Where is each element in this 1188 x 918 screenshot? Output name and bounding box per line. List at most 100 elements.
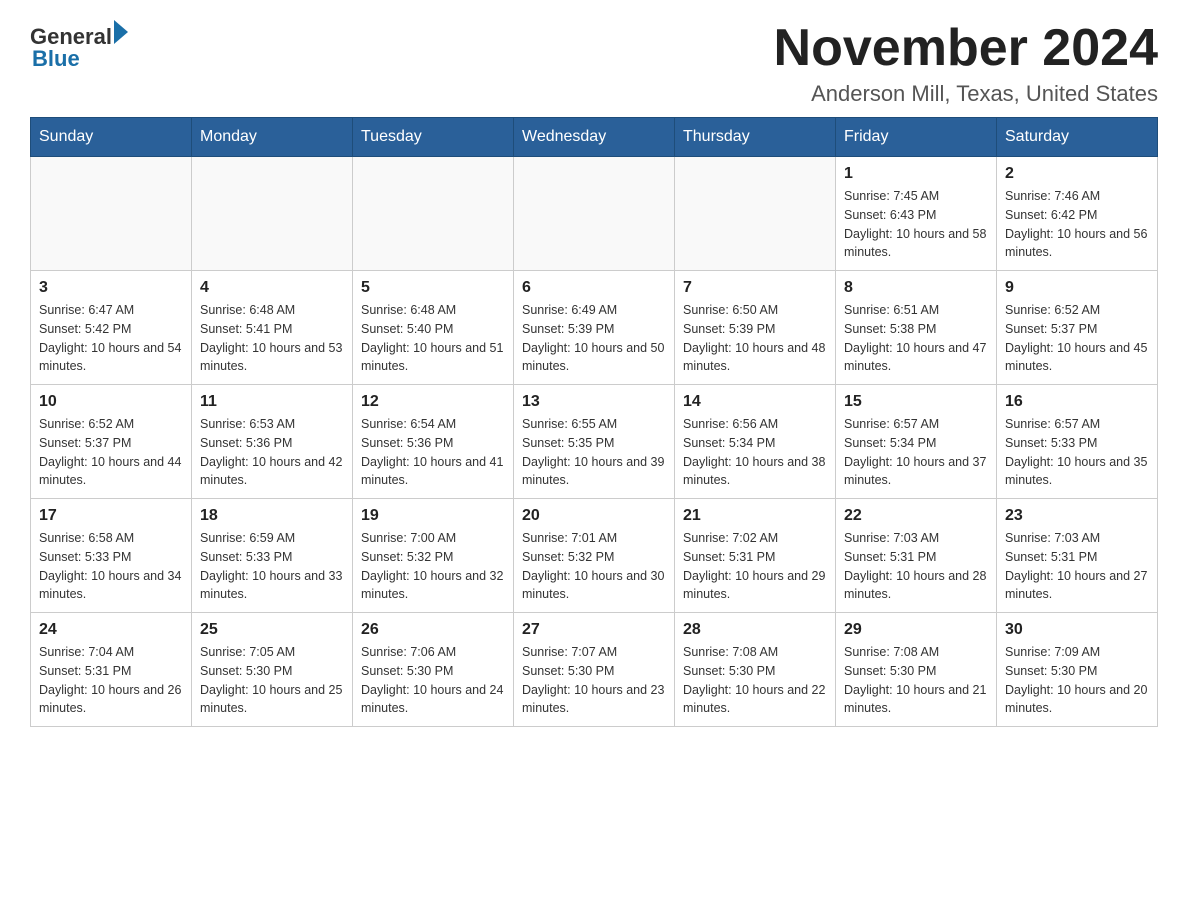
calendar-body: 1 Sunrise: 7:45 AM Sunset: 6:43 PM Daylig… bbox=[31, 157, 1158, 727]
day-number: 15 bbox=[844, 393, 988, 411]
day-info: Sunrise: 7:09 AM Sunset: 5:30 PM Dayligh… bbox=[1005, 643, 1149, 718]
calendar-cell: 10 Sunrise: 6:52 AM Sunset: 5:37 PM Dayli… bbox=[31, 385, 192, 499]
day-info: Sunrise: 6:58 AM Sunset: 5:33 PM Dayligh… bbox=[39, 529, 183, 604]
day-number: 23 bbox=[1005, 507, 1149, 525]
day-info: Sunrise: 6:54 AM Sunset: 5:36 PM Dayligh… bbox=[361, 415, 505, 490]
day-headers-row: SundayMondayTuesdayWednesdayThursdayFrid… bbox=[31, 118, 1158, 157]
day-info: Sunrise: 6:52 AM Sunset: 5:37 PM Dayligh… bbox=[39, 415, 183, 490]
day-info: Sunrise: 7:07 AM Sunset: 5:30 PM Dayligh… bbox=[522, 643, 666, 718]
day-header-sunday: Sunday bbox=[31, 118, 192, 157]
day-info: Sunrise: 6:53 AM Sunset: 5:36 PM Dayligh… bbox=[200, 415, 344, 490]
title-block: November 2024 Anderson Mill, Texas, Unit… bbox=[774, 20, 1158, 107]
calendar-cell: 7 Sunrise: 6:50 AM Sunset: 5:39 PM Daylig… bbox=[675, 271, 836, 385]
day-info: Sunrise: 6:52 AM Sunset: 5:37 PM Dayligh… bbox=[1005, 301, 1149, 376]
day-info: Sunrise: 7:05 AM Sunset: 5:30 PM Dayligh… bbox=[200, 643, 344, 718]
day-info: Sunrise: 6:56 AM Sunset: 5:34 PM Dayligh… bbox=[683, 415, 827, 490]
day-number: 14 bbox=[683, 393, 827, 411]
calendar-cell: 4 Sunrise: 6:48 AM Sunset: 5:41 PM Daylig… bbox=[192, 271, 353, 385]
day-info: Sunrise: 6:59 AM Sunset: 5:33 PM Dayligh… bbox=[200, 529, 344, 604]
day-info: Sunrise: 7:03 AM Sunset: 5:31 PM Dayligh… bbox=[1005, 529, 1149, 604]
day-number: 5 bbox=[361, 279, 505, 297]
day-number: 24 bbox=[39, 621, 183, 639]
week-row-1: 1 Sunrise: 7:45 AM Sunset: 6:43 PM Daylig… bbox=[31, 157, 1158, 271]
calendar-cell bbox=[192, 157, 353, 271]
calendar-cell: 16 Sunrise: 6:57 AM Sunset: 5:33 PM Dayli… bbox=[997, 385, 1158, 499]
day-info: Sunrise: 7:04 AM Sunset: 5:31 PM Dayligh… bbox=[39, 643, 183, 718]
day-number: 21 bbox=[683, 507, 827, 525]
calendar-cell: 25 Sunrise: 7:05 AM Sunset: 5:30 PM Dayli… bbox=[192, 613, 353, 727]
logo-blue-text: Blue bbox=[32, 46, 128, 72]
calendar-header: SundayMondayTuesdayWednesdayThursdayFrid… bbox=[31, 118, 1158, 157]
day-number: 7 bbox=[683, 279, 827, 297]
day-info: Sunrise: 7:03 AM Sunset: 5:31 PM Dayligh… bbox=[844, 529, 988, 604]
day-info: Sunrise: 6:49 AM Sunset: 5:39 PM Dayligh… bbox=[522, 301, 666, 376]
calendar-cell: 15 Sunrise: 6:57 AM Sunset: 5:34 PM Dayli… bbox=[836, 385, 997, 499]
day-info: Sunrise: 6:48 AM Sunset: 5:41 PM Dayligh… bbox=[200, 301, 344, 376]
day-number: 16 bbox=[1005, 393, 1149, 411]
day-header-friday: Friday bbox=[836, 118, 997, 157]
calendar-cell: 19Sunrise: 7:00 AM Sunset: 5:32 PM Dayli… bbox=[353, 499, 514, 613]
week-row-2: 3 Sunrise: 6:47 AM Sunset: 5:42 PM Daylig… bbox=[31, 271, 1158, 385]
day-number: 10 bbox=[39, 393, 183, 411]
day-number: 8 bbox=[844, 279, 988, 297]
day-number: 25 bbox=[200, 621, 344, 639]
week-row-5: 24 Sunrise: 7:04 AM Sunset: 5:31 PM Dayli… bbox=[31, 613, 1158, 727]
logo-triangle-icon bbox=[114, 20, 128, 44]
calendar-cell: 1 Sunrise: 7:45 AM Sunset: 6:43 PM Daylig… bbox=[836, 157, 997, 271]
calendar-cell: 18 Sunrise: 6:59 AM Sunset: 5:33 PM Dayli… bbox=[192, 499, 353, 613]
calendar-cell bbox=[31, 157, 192, 271]
day-number: 29 bbox=[844, 621, 988, 639]
day-number: 3 bbox=[39, 279, 183, 297]
week-row-4: 17 Sunrise: 6:58 AM Sunset: 5:33 PM Dayli… bbox=[31, 499, 1158, 613]
day-number: 22 bbox=[844, 507, 988, 525]
calendar-cell: 2Sunrise: 7:46 AM Sunset: 6:42 PM Daylig… bbox=[997, 157, 1158, 271]
logo: General Blue bbox=[30, 20, 128, 72]
day-info: Sunrise: 7:46 AM Sunset: 6:42 PM Dayligh… bbox=[1005, 187, 1149, 262]
day-number: 18 bbox=[200, 507, 344, 525]
day-number: 12 bbox=[361, 393, 505, 411]
calendar-cell: 29 Sunrise: 7:08 AM Sunset: 5:30 PM Dayli… bbox=[836, 613, 997, 727]
day-info: Sunrise: 7:45 AM Sunset: 6:43 PM Dayligh… bbox=[844, 187, 988, 262]
day-number: 26 bbox=[361, 621, 505, 639]
calendar-cell: 6 Sunrise: 6:49 AM Sunset: 5:39 PM Daylig… bbox=[514, 271, 675, 385]
day-header-wednesday: Wednesday bbox=[514, 118, 675, 157]
day-info: Sunrise: 7:08 AM Sunset: 5:30 PM Dayligh… bbox=[844, 643, 988, 718]
day-number: 30 bbox=[1005, 621, 1149, 639]
calendar-cell: 22 Sunrise: 7:03 AM Sunset: 5:31 PM Dayli… bbox=[836, 499, 997, 613]
calendar-cell: 14 Sunrise: 6:56 AM Sunset: 5:34 PM Dayli… bbox=[675, 385, 836, 499]
page-subtitle: Anderson Mill, Texas, United States bbox=[774, 81, 1158, 107]
calendar-cell: 11 Sunrise: 6:53 AM Sunset: 5:36 PM Dayli… bbox=[192, 385, 353, 499]
day-number: 20 bbox=[522, 507, 666, 525]
day-number: 1 bbox=[844, 165, 988, 183]
day-number: 9 bbox=[1005, 279, 1149, 297]
day-number: 13 bbox=[522, 393, 666, 411]
page-header: General Blue November 2024 Anderson Mill… bbox=[30, 20, 1158, 107]
day-info: Sunrise: 6:50 AM Sunset: 5:39 PM Dayligh… bbox=[683, 301, 827, 376]
day-info: Sunrise: 6:51 AM Sunset: 5:38 PM Dayligh… bbox=[844, 301, 988, 376]
day-info: Sunrise: 7:01 AM Sunset: 5:32 PM Dayligh… bbox=[522, 529, 666, 604]
calendar-cell: 28 Sunrise: 7:08 AM Sunset: 5:30 PM Dayli… bbox=[675, 613, 836, 727]
day-info: Sunrise: 6:57 AM Sunset: 5:33 PM Dayligh… bbox=[1005, 415, 1149, 490]
calendar-cell: 27Sunrise: 7:07 AM Sunset: 5:30 PM Dayli… bbox=[514, 613, 675, 727]
day-info: Sunrise: 6:47 AM Sunset: 5:42 PM Dayligh… bbox=[39, 301, 183, 376]
day-number: 28 bbox=[683, 621, 827, 639]
day-header-thursday: Thursday bbox=[675, 118, 836, 157]
calendar-cell: 23 Sunrise: 7:03 AM Sunset: 5:31 PM Dayli… bbox=[997, 499, 1158, 613]
day-info: Sunrise: 7:08 AM Sunset: 5:30 PM Dayligh… bbox=[683, 643, 827, 718]
day-info: Sunrise: 7:00 AM Sunset: 5:32 PM Dayligh… bbox=[361, 529, 505, 604]
day-header-saturday: Saturday bbox=[997, 118, 1158, 157]
calendar-cell: 9 Sunrise: 6:52 AM Sunset: 5:37 PM Daylig… bbox=[997, 271, 1158, 385]
calendar-cell: 24 Sunrise: 7:04 AM Sunset: 5:31 PM Dayli… bbox=[31, 613, 192, 727]
calendar-cell: 3 Sunrise: 6:47 AM Sunset: 5:42 PM Daylig… bbox=[31, 271, 192, 385]
calendar-cell: 26 Sunrise: 7:06 AM Sunset: 5:30 PM Dayli… bbox=[353, 613, 514, 727]
calendar-cell bbox=[353, 157, 514, 271]
day-number: 17 bbox=[39, 507, 183, 525]
day-info: Sunrise: 6:57 AM Sunset: 5:34 PM Dayligh… bbox=[844, 415, 988, 490]
day-header-monday: Monday bbox=[192, 118, 353, 157]
day-info: Sunrise: 7:06 AM Sunset: 5:30 PM Dayligh… bbox=[361, 643, 505, 718]
day-number: 6 bbox=[522, 279, 666, 297]
calendar-cell bbox=[514, 157, 675, 271]
day-number: 4 bbox=[200, 279, 344, 297]
day-number: 11 bbox=[200, 393, 344, 411]
calendar-cell: 30 Sunrise: 7:09 AM Sunset: 5:30 PM Dayli… bbox=[997, 613, 1158, 727]
